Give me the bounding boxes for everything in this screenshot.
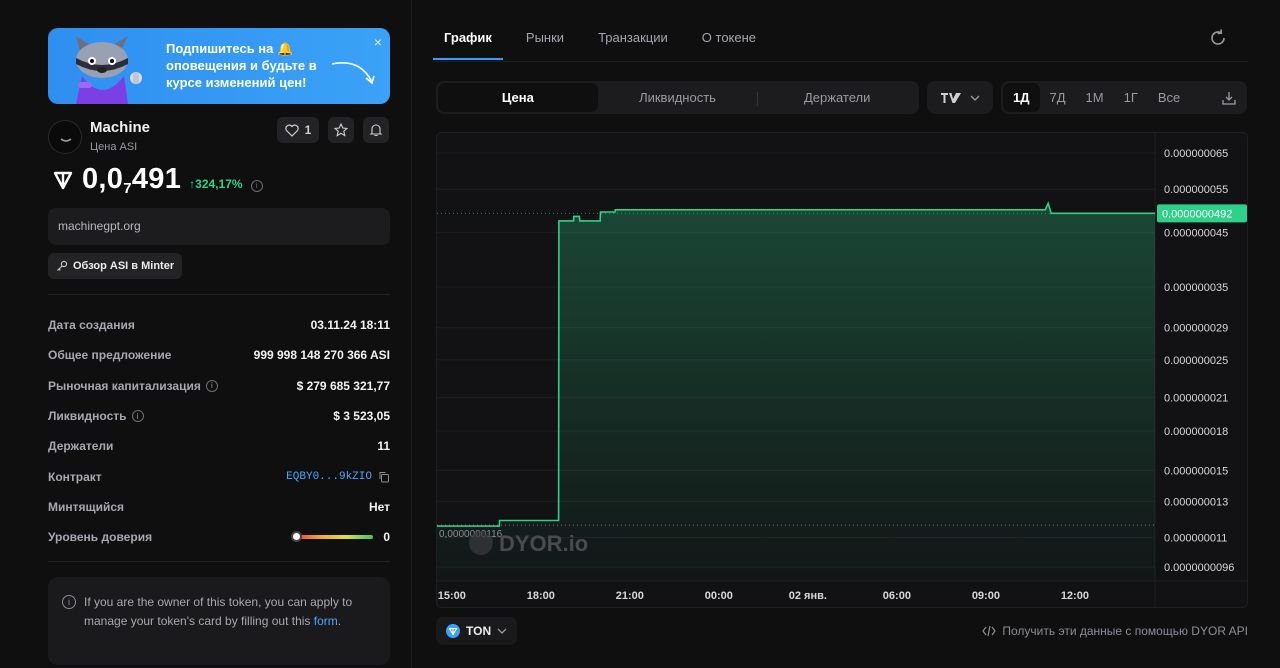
last-price-label: 0.0000000492 [1162, 208, 1232, 220]
tab-markets[interactable]: Рынки [515, 20, 575, 60]
y-tick-label: 0.000000065 [1164, 148, 1228, 160]
arrow-right-icon [331, 62, 375, 85]
stat-holders: Держатели 11 [48, 439, 390, 454]
y-tick-label: 0.000000018 [1164, 426, 1228, 438]
chart-watermark: DYOR.io [499, 531, 588, 556]
x-tick-label: 12:00 [1061, 590, 1089, 602]
divider [48, 561, 390, 562]
ton-icon [53, 171, 73, 190]
stat-trust-level: Уровень доверия 0 [48, 530, 390, 545]
like-button[interactable]: 1 [277, 117, 319, 143]
y-tick-label: 0.000000055 [1164, 184, 1228, 196]
subscribe-banner[interactable]: Подпишитесь на 🔔 оповещения и будьте в к… [48, 28, 390, 104]
tab-about[interactable]: О токене [691, 20, 767, 60]
token-subtitle: Цена ASI [90, 141, 138, 153]
segment-holders[interactable]: Держатели [757, 83, 917, 112]
price-change: ↑324,17% [189, 177, 243, 191]
api-link[interactable]: Получить эти данные с помощью DYOR API [982, 624, 1248, 638]
banner-text: Подпишитесь на 🔔 оповещения и будьте в к… [166, 41, 317, 90]
x-tick-label: 06:00 [883, 590, 911, 602]
stat-created: Дата создания 03.11.24 18:11 [48, 318, 390, 333]
main-tabs: График Рынки Транзакции О токене [433, 20, 779, 60]
raccoon-mascot-icon [76, 36, 142, 104]
x-tick-label: 00:00 [705, 590, 733, 602]
star-icon [334, 123, 348, 137]
owner-notice: i If you are the owner of this token, yo… [48, 577, 390, 665]
bell-icon [369, 124, 383, 137]
chevron-down-icon [497, 628, 507, 634]
timeframe-all[interactable]: Все [1148, 83, 1190, 112]
heart-icon [284, 124, 299, 137]
token-info-panel: Подпишитесь на 🔔 оповещения и будьте в к… [0, 0, 412, 668]
divider [48, 294, 390, 295]
segment-price[interactable]: Цена [438, 83, 598, 112]
alert-button[interactable] [363, 117, 389, 143]
metric-switch: Цена Ликвидность Держатели [436, 81, 919, 114]
x-tick-label: 18:00 [527, 590, 555, 602]
y-tick-label: 0.000000035 [1164, 282, 1228, 294]
chevron-down-icon [970, 95, 980, 101]
stat-liquidity: Ликвидность i $ 3 523,05 [48, 409, 390, 424]
info-icon[interactable]: i [250, 179, 263, 192]
download-icon[interactable] [1221, 90, 1237, 106]
stat-contract: Контракт EQBY0...9kZIO [48, 461, 390, 491]
favorite-button[interactable] [328, 117, 354, 143]
website-link[interactable]: machinegpt.org [48, 208, 390, 245]
ton-icon [446, 624, 460, 638]
token-avatar [48, 120, 82, 154]
timeframe-switch: 1Д 7Д 1М 1Г Все [1001, 81, 1247, 114]
y-tick-label: 0.000000045 [1164, 228, 1228, 240]
x-tick-label: 21:00 [616, 590, 644, 602]
y-tick-label: 0.000000011 [1164, 533, 1227, 545]
code-icon [982, 625, 997, 637]
chart-type-dropdown[interactable] [927, 81, 993, 114]
x-tick-label: 02 янв. [789, 590, 827, 602]
price-value: 0,07491 [82, 163, 182, 197]
y-tick-label: 0.000000015 [1164, 465, 1228, 477]
tab-transactions[interactable]: Транзакции [587, 20, 679, 60]
refresh-icon[interactable] [1208, 28, 1228, 48]
currency-dropdown[interactable]: TON [436, 617, 518, 645]
y-tick-label: 0.000000013 [1164, 496, 1228, 508]
timeframe-1d[interactable]: 1Д [1003, 83, 1040, 112]
token-stats: Дата создания 03.11.24 18:11 Общее предл… [48, 310, 390, 552]
token-price: 0,07491 ↑324,17% i [52, 163, 263, 197]
trust-level-knob [291, 531, 303, 543]
like-count: 1 [304, 123, 312, 137]
y-tick-label: 0.000000029 [1164, 323, 1228, 335]
info-icon[interactable]: i [131, 410, 144, 423]
y-tick-label: 0.000000021 [1164, 393, 1228, 405]
stat-mintable: Минтящийся Нет [48, 499, 390, 514]
tabs-divider [433, 61, 1248, 62]
dyor-logo-icon [469, 531, 493, 555]
banner-close-icon[interactable]: × [374, 34, 382, 50]
stat-supply: Общее предложение 999 998 148 270 366 AS… [48, 348, 390, 363]
info-icon: i [62, 595, 76, 609]
owner-form-link[interactable]: form [314, 614, 338, 628]
price-chart-svg[interactable]: 0.000000065 0.000000055 0.000000045 0.00000… [437, 133, 1248, 608]
key-icon [57, 260, 68, 271]
trust-level-bar [291, 531, 374, 543]
timeframe-1y[interactable]: 1Г [1114, 83, 1148, 112]
trading-view-icon [941, 92, 961, 103]
info-icon[interactable]: i [205, 379, 218, 392]
y-tick-label: 0.0000000096 [1164, 562, 1234, 574]
tab-chart[interactable]: График [433, 20, 503, 60]
stat-market-cap: Рыночная капитализация i $ 279 685 321,77 [48, 378, 390, 393]
price-chart[interactable]: 0.000000065 0.000000055 0.000000045 0.00000… [436, 132, 1248, 608]
token-name: Machine [90, 119, 151, 136]
timeframe-1m[interactable]: 1М [1076, 83, 1114, 112]
timeframe-7d[interactable]: 7Д [1040, 83, 1076, 112]
price-area [437, 203, 1155, 581]
minter-review-button[interactable]: Обзор ASI в Minter [48, 253, 183, 279]
x-tick-label: 15:00 [438, 590, 466, 602]
y-tick-label: 0.000000025 [1164, 355, 1228, 367]
segment-liquidity[interactable]: Ликвидность [598, 83, 758, 112]
contract-address[interactable]: EQBY0...9kZIO [286, 471, 390, 483]
x-tick-label: 09:00 [972, 590, 1000, 602]
copy-icon[interactable] [378, 471, 390, 483]
